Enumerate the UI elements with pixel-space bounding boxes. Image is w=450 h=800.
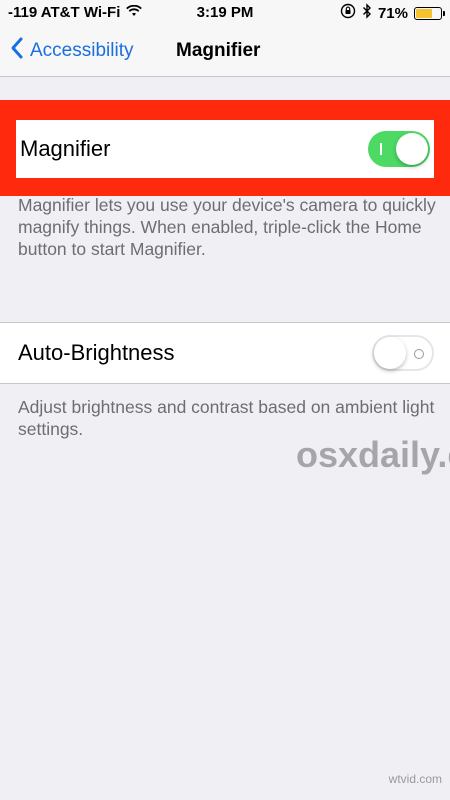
magnifier-footer: Magnifier lets you use your device's cam… [18, 195, 436, 259]
battery-level [416, 8, 433, 18]
auto-brightness-toggle[interactable] [372, 335, 434, 371]
auto-brightness-label: Auto-Brightness [18, 340, 175, 365]
magnifier-toggle[interactable] [368, 131, 430, 167]
auto-brightness-row: Auto-Brightness [0, 322, 450, 384]
toggle-knob [374, 337, 406, 369]
back-button[interactable]: Accessibility [10, 26, 133, 76]
chevron-left-icon [10, 36, 24, 66]
settings-screen: -119 AT&T Wi-Fi 3:19 PM 71% Accessibilit… [0, 0, 450, 800]
bluetooth-icon [362, 3, 372, 23]
page-title: Magnifier [176, 40, 261, 61]
toggle-knob [396, 133, 428, 165]
toggle-on-mark [380, 143, 382, 155]
status-bar: -119 AT&T Wi-Fi 3:19 PM 71% [0, 0, 450, 26]
status-right: 71% [340, 3, 445, 23]
toggle-off-mark [414, 349, 424, 359]
orientation-lock-icon [340, 3, 356, 23]
battery-icon [414, 6, 445, 20]
magnifier-row: Magnifier [16, 120, 434, 178]
battery-percent: 71% [377, 4, 408, 22]
watermark: osxdaily.com [296, 434, 450, 475]
navigation-bar: Accessibility Magnifier [0, 26, 450, 77]
magnifier-label: Magnifier [20, 136, 111, 161]
credit-watermark: wtvid.com [388, 772, 442, 786]
back-label: Accessibility [30, 40, 134, 61]
